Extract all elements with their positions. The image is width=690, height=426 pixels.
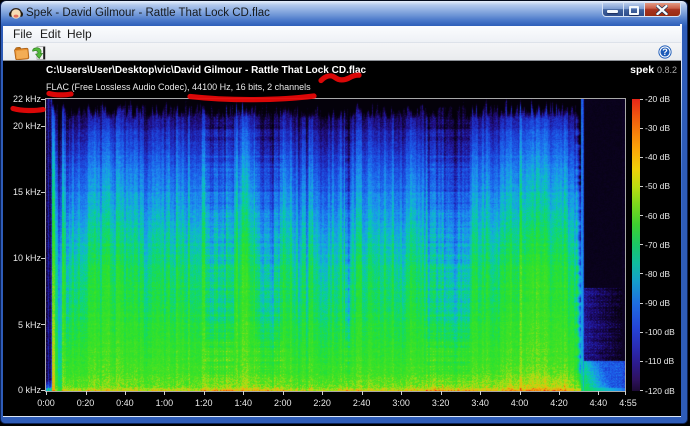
svg-text:?: ? bbox=[662, 47, 668, 57]
